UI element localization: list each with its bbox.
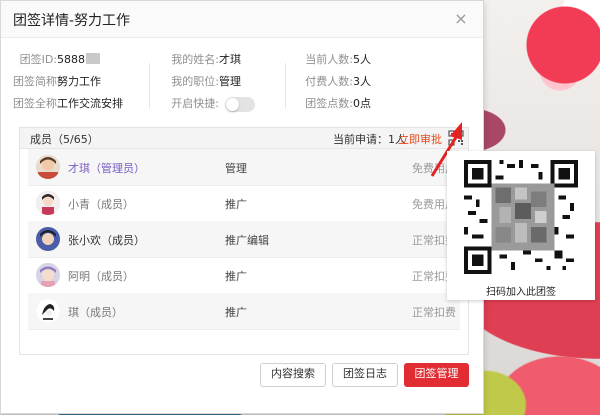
info-row-group-id: 团签ID:5888 (13, 49, 123, 71)
my-name-label: 我的姓名: (171, 53, 219, 66)
group-log-button[interactable]: 团签日志 (332, 363, 398, 387)
redacted-block (86, 53, 100, 64)
member-billing-type: 正常扣费 (412, 306, 456, 319)
member-avatar (36, 191, 60, 215)
info-row-quick-toggle: 开启快捷: (167, 93, 255, 115)
info-row-current-count: 当前人数:5人 (301, 49, 371, 71)
quick-toggle-label: 开启快捷: (171, 97, 219, 110)
group-manage-button[interactable]: 团签管理 (404, 363, 469, 387)
my-position-value: 管理 (219, 75, 241, 88)
member-row[interactable]: 小青（成员） 推广 免费用户 (28, 185, 460, 222)
quick-toggle-switch[interactable] (225, 96, 255, 112)
pending-applications: 当前申请：1人 (333, 133, 406, 146)
member-name: 琪（成员） (68, 306, 123, 319)
member-name: 才琪（管理员） (68, 162, 145, 175)
member-list-header: 成员（5/65） 当前申请：1人 立即审批 (20, 128, 468, 149)
info-row-points: 团签点数:0点 (301, 93, 371, 115)
member-row[interactable]: 琪（成员） 推广 正常扣费 (28, 293, 460, 330)
points-label: 团签点数: (305, 97, 353, 110)
info-row-my-position: 我的职位:管理 (167, 71, 255, 93)
member-role: 推广 (225, 306, 247, 319)
member-avatar (36, 299, 60, 323)
info-row-full-name: 团签全称:工作交流安排 (13, 93, 123, 115)
paid-count-label: 付费人数: (305, 75, 353, 88)
member-name: 小青（成员） (68, 198, 134, 211)
content-search-button[interactable]: 内容搜索 (260, 363, 326, 387)
member-role: 推广 (225, 270, 247, 283)
info-divider (285, 63, 286, 109)
dialog-titlebar: 团签详情-努力工作 × (1, 1, 483, 38)
dialog-title: 团签详情-努力工作 (13, 13, 131, 29)
full-name-label: 团签全称: (13, 97, 61, 110)
info-divider (149, 63, 150, 109)
info-column-3: 当前人数:5人 付费人数:3人 团签点数:0点 (301, 49, 371, 115)
qr-caption: 扫码加入此团签 (486, 287, 556, 298)
member-role: 推广编辑 (225, 234, 269, 247)
member-name: 阿明（成员） (68, 270, 134, 283)
current-count-label: 当前人数: (305, 53, 353, 66)
info-column-2: 我的姓名:才琪 我的职位:管理 开启快捷: (167, 49, 255, 115)
member-avatar (36, 227, 60, 251)
close-icon[interactable]: × (451, 9, 471, 29)
info-row-paid-count: 付费人数:3人 (301, 71, 371, 93)
member-avatar (36, 263, 60, 287)
points-value: 0点 (353, 97, 371, 110)
my-position-label: 我的职位: (171, 75, 219, 88)
member-role: 推广 (225, 198, 247, 211)
group-info-panel: 团签ID:5888 团签简称:努力工作 团签全称:工作交流安排 我的姓名:才琪 … (1, 49, 483, 121)
short-name-value: 努力工作 (57, 75, 101, 88)
group-id-label: 团签ID: (19, 53, 57, 66)
member-avatar (36, 155, 60, 179)
group-id-value: 5888 (57, 53, 85, 66)
member-role: 管理 (225, 162, 247, 175)
current-count-value: 5人 (353, 53, 371, 66)
qr-code-popup: 扫码加入此团签 (447, 151, 595, 300)
info-row-short-name: 团签简称:努力工作 (13, 71, 123, 93)
member-row[interactable]: 张小欢（成员） 推广编辑 正常扣费 (28, 221, 460, 258)
member-row[interactable]: 才琪（管理员） 管理 免费用户 (28, 149, 460, 186)
short-name-label: 团签简称: (13, 75, 61, 88)
info-column-1: 团签ID:5888 团签简称:努力工作 团签全称:工作交流安排 (13, 49, 123, 115)
member-count: 成员（5/65） (30, 133, 99, 146)
qr-code-image (464, 160, 578, 274)
member-row[interactable]: 阿明（成员） 推广 正常扣费 (28, 257, 460, 294)
my-name-value: 才琪 (219, 53, 241, 66)
info-row-my-name: 我的姓名:才琪 (167, 49, 255, 71)
full-name-value: 工作交流安排 (57, 97, 123, 110)
paid-count-value: 3人 (353, 75, 371, 88)
member-name: 张小欢（成员） (68, 234, 145, 247)
member-list: 成员（5/65） 当前申请：1人 立即审批 才琪（管理员） 管理 免费用户 小青… (19, 127, 469, 355)
group-detail-dialog: 团签详情-努力工作 × 团签ID:5888 团签简称:努力工作 团签全称:工作交… (0, 0, 484, 414)
